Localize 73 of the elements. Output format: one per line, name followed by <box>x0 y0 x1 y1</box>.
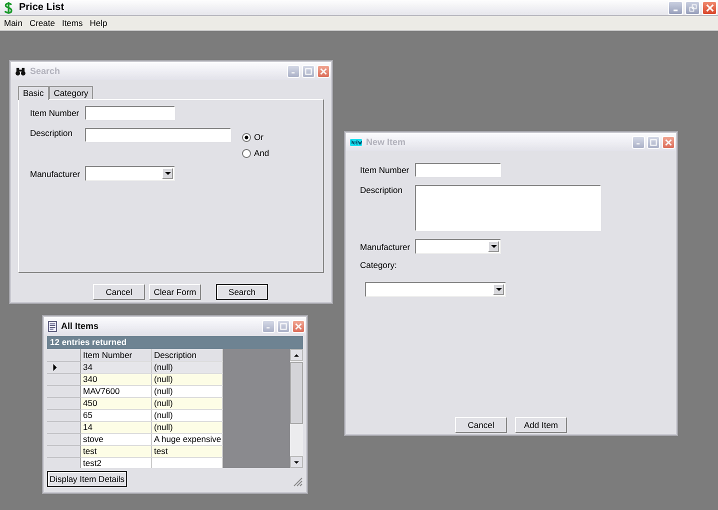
tab[interactable]: Basic <box>18 86 49 100</box>
caret-icon <box>294 354 299 356</box>
field-label: Item Number <box>30 108 80 118</box>
column-header[interactable]: Description <box>152 349 223 362</box>
grid-corner <box>47 349 81 362</box>
maximize-button[interactable] <box>302 64 315 78</box>
dialog-button[interactable]: Search <box>216 284 268 300</box>
radio-option[interactable]: Or <box>242 132 270 142</box>
window-title: Search <box>30 66 60 76</box>
display-details-button[interactable]: Display Item Details <box>47 471 127 487</box>
dollar-icon <box>4 2 14 14</box>
scroll-up-button[interactable] <box>290 349 303 361</box>
minimize-button[interactable] <box>668 0 683 14</box>
close-button[interactable] <box>662 136 675 148</box>
caret-icon <box>490 245 496 248</box>
maximize-icon <box>650 138 657 146</box>
item-number-field[interactable] <box>85 106 175 120</box>
resize-grip-icon[interactable] <box>293 477 303 487</box>
scroll-thumb[interactable] <box>290 362 303 424</box>
manufacturer-dropdown[interactable] <box>415 239 501 254</box>
field-label: Manufacturer <box>30 168 82 178</box>
scroll-down-button[interactable] <box>290 456 303 468</box>
radio-option[interactable]: And <box>242 148 270 158</box>
list-document-icon <box>48 320 57 332</box>
description-field[interactable] <box>85 128 231 142</box>
maximize-icon <box>305 68 312 74</box>
caret-icon <box>496 288 502 291</box>
close-icon <box>320 68 327 74</box>
menu-item[interactable]: Create <box>29 18 55 28</box>
close-button[interactable] <box>702 0 717 14</box>
tab[interactable]: Category <box>48 86 94 99</box>
field-label: Item Number <box>360 165 410 175</box>
field-label: Description <box>30 128 74 138</box>
table-cell: test2 <box>81 458 152 468</box>
caret-icon <box>294 460 299 464</box>
dialog-button[interactable]: Cancel <box>455 417 507 433</box>
column-header[interactable]: Item Number <box>81 349 152 362</box>
restore-icon <box>688 4 696 12</box>
manufacturer-dropdown[interactable] <box>85 166 175 181</box>
dialog-button[interactable]: Cancel <box>93 284 145 300</box>
dialog-button[interactable]: Clear Form <box>149 284 201 300</box>
window-title: All Items <box>61 321 99 331</box>
window-title: New Item <box>366 137 406 147</box>
minimize-button[interactable] <box>632 136 645 148</box>
window-title: Price List <box>19 2 64 13</box>
close-icon <box>665 138 672 146</box>
current-row-icon <box>53 364 57 371</box>
maximize-button[interactable] <box>277 320 290 332</box>
category-dropdown[interactable] <box>365 282 506 297</box>
close-button[interactable] <box>292 320 305 332</box>
minimize-button[interactable] <box>262 320 275 332</box>
close-button[interactable] <box>317 64 330 78</box>
maximize-icon <box>280 322 287 330</box>
close-icon <box>295 322 302 330</box>
field-label: Description <box>360 185 404 195</box>
description-field[interactable] <box>415 185 601 231</box>
minimize-button[interactable] <box>287 64 300 78</box>
menu-item[interactable]: Help <box>90 18 108 28</box>
new-label-icon <box>350 138 362 146</box>
scrollbar[interactable] <box>290 349 303 468</box>
maximize-button[interactable] <box>647 136 660 148</box>
field-label: Manufacturer <box>360 242 412 252</box>
field-label: Category: <box>360 260 398 270</box>
row-header[interactable] <box>47 362 81 374</box>
item-number-field[interactable] <box>415 163 501 177</box>
menu-item[interactable]: Items <box>62 18 83 28</box>
menu-item[interactable]: Main <box>4 18 22 28</box>
restore-button[interactable] <box>685 0 700 14</box>
results-caption: 12 entries returned <box>47 336 303 349</box>
caret-icon <box>164 172 170 175</box>
binoculars-icon <box>15 66 26 76</box>
dialog-button[interactable]: Add Item <box>515 417 567 433</box>
close-icon <box>706 4 714 12</box>
